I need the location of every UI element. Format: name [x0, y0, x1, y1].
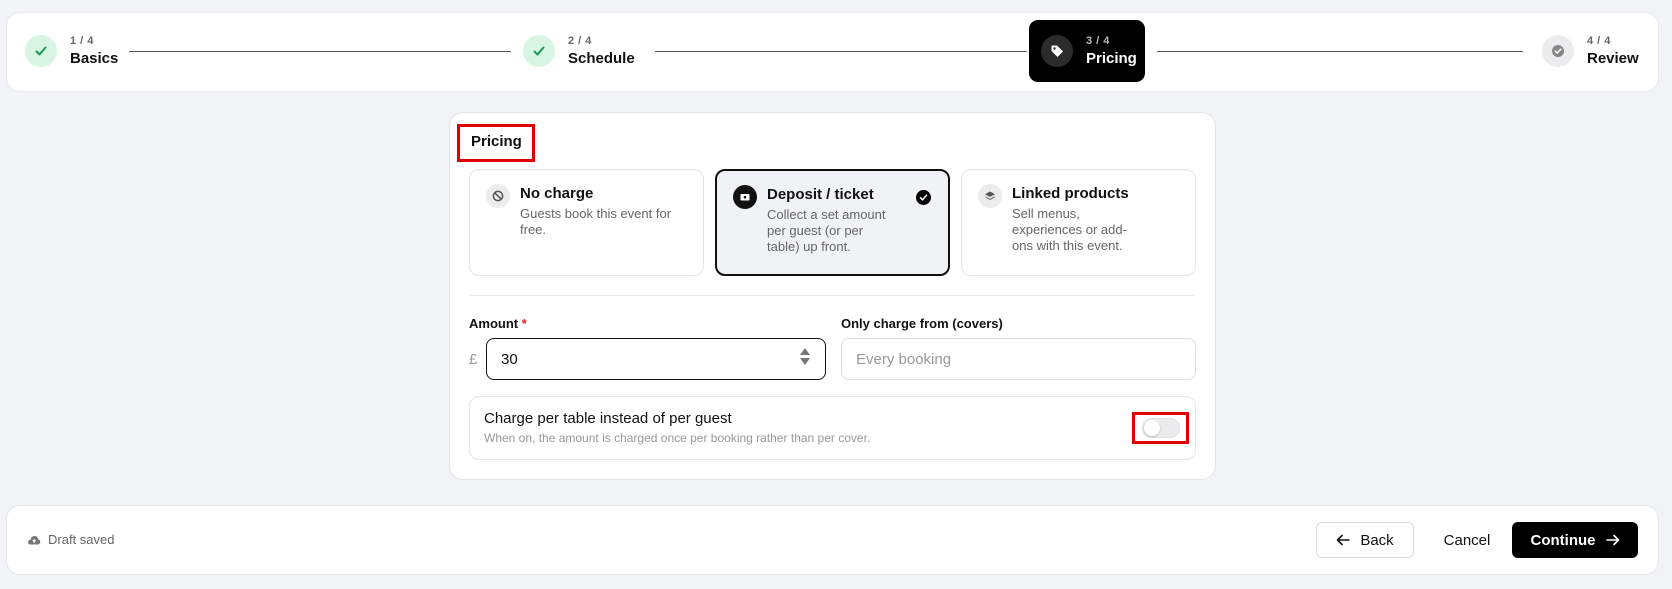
step-label: Pricing	[1086, 50, 1137, 67]
option-deposit-ticket[interactable]: Deposit / ticket Collect a set amount pe…	[715, 169, 950, 276]
tag-icon	[1041, 35, 1073, 67]
step-schedule[interactable]: 2 / 4 Schedule	[523, 35, 635, 67]
back-label: Back	[1360, 531, 1394, 549]
layers-icon	[978, 184, 1002, 208]
draft-status: Draft saved	[27, 532, 114, 547]
toggle-knob	[1143, 420, 1160, 436]
option-no-charge[interactable]: No charge Guests book this event for fre…	[469, 169, 704, 276]
continue-button[interactable]: Continue	[1512, 522, 1638, 558]
currency-symbol: £	[469, 351, 478, 368]
cancel-label: Cancel	[1443, 531, 1491, 549]
ticket-icon	[733, 185, 757, 209]
continue-label: Continue	[1530, 531, 1596, 549]
amount-label: Amount *	[469, 316, 527, 331]
footer-bar: Draft saved Back Cancel Continue	[6, 505, 1659, 575]
check-circle-icon	[1542, 35, 1574, 67]
step-label: Review	[1587, 50, 1639, 67]
cancel-button[interactable]: Cancel	[1430, 522, 1504, 558]
amount-input[interactable]: 30	[486, 338, 826, 380]
step-connector	[1157, 51, 1523, 52]
option-title: No charge	[520, 185, 594, 202]
pricing-options: No charge Guests book this event for fre…	[469, 169, 1196, 276]
wizard-stepper: 1 / 4 Basics 2 / 4 Schedule 3 / 4 Pricin…	[6, 12, 1659, 92]
arrow-left-icon	[1337, 534, 1351, 546]
step-count: 1 / 4	[70, 35, 94, 47]
amount-label-text: Amount	[469, 316, 519, 331]
option-desc: Collect a set amount per guest (or per t…	[767, 207, 886, 254]
divider	[469, 295, 1195, 296]
decrement-icon[interactable]	[800, 358, 810, 365]
check-icon	[25, 35, 57, 67]
pricing-card: Pricing No charge Guests book this event…	[449, 112, 1216, 480]
check-icon	[523, 35, 555, 67]
option-title: Deposit / ticket	[767, 186, 874, 203]
option-title: Linked products	[1012, 185, 1129, 202]
draft-status-text: Draft saved	[48, 532, 115, 547]
step-count: 4 / 4	[1587, 35, 1611, 47]
step-label: Schedule	[568, 50, 635, 67]
increment-icon[interactable]	[800, 348, 810, 355]
step-review[interactable]: 4 / 4 Review	[1542, 35, 1639, 67]
section-title: Pricing	[457, 124, 535, 162]
option-desc: Sell menus, experiences or add-ons with …	[1012, 206, 1127, 253]
step-basics[interactable]: 1 / 4 Basics	[25, 35, 118, 67]
step-connector	[655, 51, 1027, 52]
selected-check-icon	[916, 190, 931, 205]
per-table-desc: When on, the amount is charged once per …	[484, 431, 871, 445]
per-table-toggle-highlight	[1132, 412, 1189, 444]
back-button[interactable]: Back	[1316, 522, 1414, 558]
step-count: 2 / 4	[568, 35, 592, 47]
amount-stepper[interactable]	[800, 348, 810, 365]
ban-icon	[486, 184, 510, 208]
covers-label: Only charge from (covers)	[841, 316, 1003, 331]
step-pricing[interactable]: 3 / 4 Pricing	[1029, 20, 1145, 82]
per-table-title: Charge per table instead of per guest	[484, 410, 732, 427]
required-mark: *	[521, 316, 527, 331]
option-desc: Guests book this event for free.	[520, 206, 672, 237]
step-label: Basics	[70, 50, 119, 67]
step-connector	[129, 51, 511, 52]
option-linked-products[interactable]: Linked products Sell menus, experiences …	[961, 169, 1196, 276]
per-table-setting: Charge per table instead of per guest Wh…	[469, 396, 1196, 460]
amount-value: 30	[501, 350, 518, 368]
cloud-icon	[28, 535, 41, 544]
arrow-right-icon	[1605, 534, 1619, 546]
covers-input[interactable]	[841, 338, 1196, 380]
per-table-toggle[interactable]	[1141, 418, 1180, 438]
step-count: 3 / 4	[1086, 35, 1110, 47]
